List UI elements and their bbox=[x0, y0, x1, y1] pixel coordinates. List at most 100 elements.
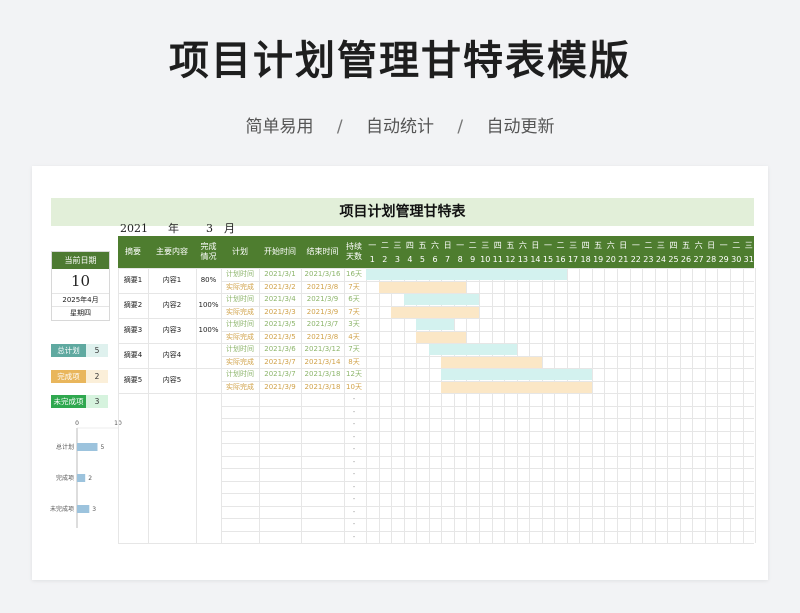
plan-end[interactable]: 2021/3/12 bbox=[301, 343, 344, 356]
task-summary[interactable]: 摘要2 bbox=[118, 299, 148, 312]
stat-label: 未完成项 bbox=[51, 395, 86, 408]
grid-line bbox=[366, 268, 367, 543]
grid-line bbox=[679, 268, 681, 543]
grid-line bbox=[118, 293, 221, 294]
grid-line bbox=[516, 268, 518, 543]
task-content[interactable]: 内容4 bbox=[148, 349, 196, 362]
weekday-label: 五 bbox=[682, 241, 691, 250]
actual-end[interactable]: 2021/3/14 bbox=[301, 356, 344, 369]
plan-label: 计划时间 bbox=[226, 345, 254, 353]
grid-line bbox=[118, 393, 221, 394]
grid-line bbox=[118, 343, 221, 344]
actual-days: 10天 bbox=[346, 382, 362, 391]
plan-start[interactable]: 2021/3/5 bbox=[259, 318, 301, 331]
day-number: 16 bbox=[555, 255, 566, 264]
task-content[interactable]: 内容1 bbox=[148, 274, 196, 287]
actual-start[interactable]: 2021/3/9 bbox=[259, 381, 301, 394]
actual-gantt-bar bbox=[441, 381, 592, 393]
grid-line bbox=[478, 268, 480, 543]
actual-end[interactable]: 2021/3/18 bbox=[301, 381, 344, 394]
day-number: 4 bbox=[407, 255, 413, 264]
current-day: 10 bbox=[70, 272, 91, 290]
stat-value: 3 bbox=[86, 395, 108, 408]
weekday-label: 五 bbox=[418, 241, 427, 250]
actual-start[interactable]: 2021/3/5 bbox=[259, 331, 301, 344]
grid-line bbox=[629, 268, 631, 543]
grid-line bbox=[742, 268, 744, 543]
chart-bar bbox=[77, 474, 86, 482]
stat-label: 完成项 bbox=[51, 370, 86, 383]
empty-duration: - bbox=[352, 520, 356, 528]
chart-data-label: 3 bbox=[92, 506, 96, 513]
plan-end[interactable]: 2021/3/18 bbox=[301, 368, 344, 381]
plan-start[interactable]: 2021/3/4 bbox=[259, 293, 301, 306]
grid-line bbox=[579, 268, 581, 543]
task-content[interactable]: 内容2 bbox=[148, 299, 196, 312]
task-completion[interactable]: 80% bbox=[196, 274, 221, 287]
weekday-label: 五 bbox=[506, 241, 515, 250]
day-number: 13 bbox=[517, 255, 528, 264]
subtitle-item-3: 自动更新 bbox=[486, 117, 555, 137]
grid-line bbox=[667, 268, 669, 543]
grid-line bbox=[704, 268, 706, 543]
empty-duration: - bbox=[352, 532, 356, 541]
stat-value: 2 bbox=[86, 370, 108, 383]
task-completion[interactable]: 100% bbox=[196, 299, 221, 312]
weekday-label: 六 bbox=[431, 241, 440, 250]
month-value[interactable]: 3 bbox=[206, 222, 213, 236]
weekday-label: 日 bbox=[443, 241, 452, 250]
actual-start[interactable]: 2021/3/2 bbox=[259, 281, 301, 294]
task-content[interactable]: 内容5 bbox=[148, 374, 196, 387]
plan-end[interactable]: 2021/3/9 bbox=[301, 293, 344, 306]
plan-gantt-bar bbox=[416, 319, 454, 330]
grid-line bbox=[729, 268, 731, 543]
task-completion[interactable]: 100% bbox=[196, 324, 221, 337]
actual-end[interactable]: 2021/3/8 bbox=[301, 281, 344, 294]
task-completion[interactable] bbox=[196, 349, 221, 362]
plan-days: 16天 bbox=[346, 270, 362, 278]
actual-start[interactable]: 2021/3/7 bbox=[259, 356, 301, 369]
header-plan: 计划 bbox=[232, 247, 248, 257]
plan-days: 7天 bbox=[348, 345, 360, 353]
sheet-title-band: 项目计划管理甘特表 bbox=[51, 198, 754, 226]
day-number: 25 bbox=[668, 255, 679, 264]
actual-end[interactable]: 2021/3/8 bbox=[301, 331, 344, 344]
chart-tick-label: 0 bbox=[75, 420, 79, 427]
task-summary[interactable]: 摘要4 bbox=[118, 349, 148, 362]
plan-end[interactable]: 2021/3/16 bbox=[301, 268, 344, 281]
task-content[interactable]: 内容3 bbox=[148, 324, 196, 337]
chart-data-label: 5 bbox=[101, 444, 105, 451]
task-summary[interactable]: 摘要3 bbox=[118, 324, 148, 337]
actual-gantt-bar bbox=[441, 356, 542, 368]
actual-label: 实际完成 bbox=[226, 332, 254, 341]
plan-days: 6天 bbox=[348, 295, 360, 303]
actual-start[interactable]: 2021/3/3 bbox=[259, 306, 301, 319]
day-number: 28 bbox=[706, 255, 717, 264]
current-weekday: 星期四 bbox=[52, 306, 109, 320]
day-number: 10 bbox=[480, 255, 491, 264]
plan-gantt-bar bbox=[428, 344, 517, 355]
empty-duration: - bbox=[352, 445, 356, 453]
grid-line bbox=[378, 268, 380, 543]
actual-end[interactable]: 2021/3/9 bbox=[301, 306, 344, 319]
plan-label: 计划时间 bbox=[226, 295, 254, 303]
subtitle-item-1: 简单易用 bbox=[245, 117, 314, 137]
plan-start[interactable]: 2021/3/1 bbox=[259, 268, 301, 281]
header-duration: 持续 天数 bbox=[346, 242, 362, 261]
day-number: 17 bbox=[567, 255, 579, 264]
day-number: 26 bbox=[680, 255, 692, 264]
task-summary[interactable]: 摘要5 bbox=[118, 374, 148, 387]
task-completion[interactable] bbox=[196, 374, 221, 387]
grid-line bbox=[491, 268, 493, 543]
plan-gantt-bar bbox=[403, 294, 479, 305]
plan-start[interactable]: 2021/3/6 bbox=[259, 343, 301, 356]
day-number: 23 bbox=[643, 255, 654, 264]
year-value[interactable]: 2021 bbox=[120, 222, 148, 236]
plan-start[interactable]: 2021/3/7 bbox=[259, 368, 301, 381]
plan-end[interactable]: 2021/3/7 bbox=[301, 318, 344, 331]
year-unit: 年 bbox=[168, 222, 179, 235]
grid-line bbox=[604, 268, 606, 543]
task-summary[interactable]: 摘要1 bbox=[118, 274, 148, 287]
day-number: 3 bbox=[394, 255, 400, 264]
weekday-label: 四 bbox=[493, 241, 502, 250]
